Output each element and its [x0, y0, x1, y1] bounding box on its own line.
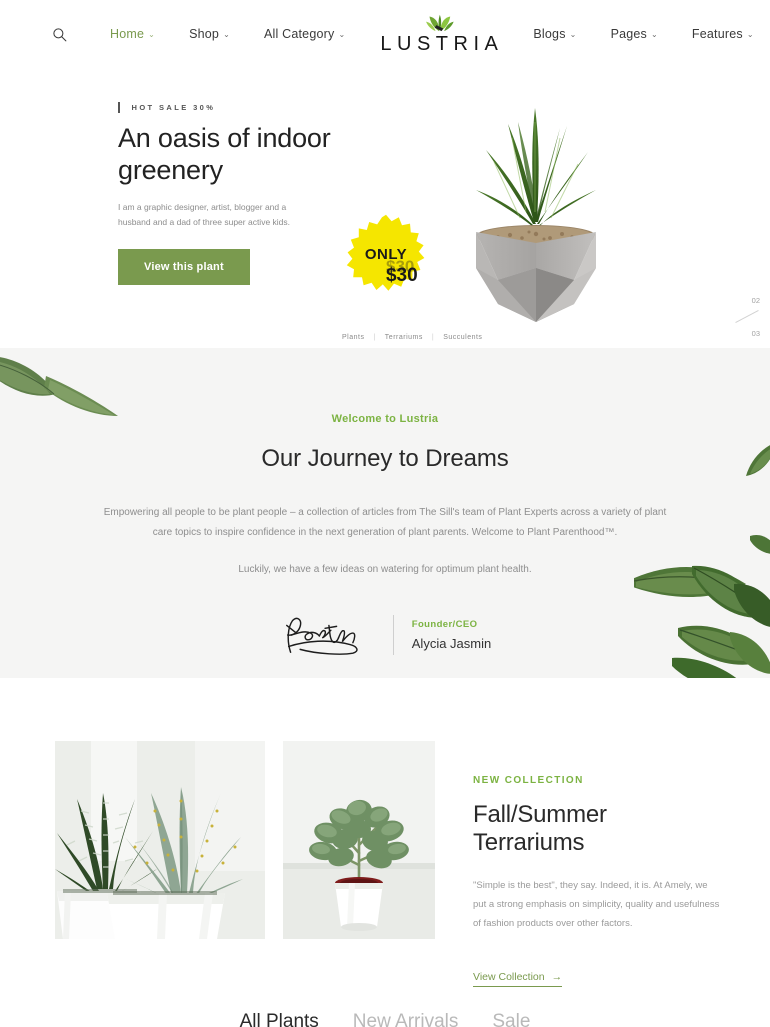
collection-images: [55, 741, 435, 939]
slide-counter-slash: [735, 309, 759, 324]
succulents-photo: [55, 741, 265, 939]
hero-tag-succulents[interactable]: Succulents: [443, 334, 482, 341]
nav-item-shop[interactable]: Shop ⌄: [189, 27, 230, 41]
nav-item-shop-label: Shop: [189, 27, 220, 41]
eyebrow-bar: [118, 102, 120, 113]
nav-item-all-category-label: All Category: [263, 27, 335, 41]
founder-role: Founder/CEO: [411, 619, 478, 630]
about-body: Empowering all people to be plant people…: [103, 503, 668, 580]
founder-divider: [392, 615, 394, 655]
nav-item-blogs-label: Blogs: [533, 27, 566, 41]
hero-title: An oasis of indoor greenery: [118, 123, 331, 185]
collection-title: Fall/Summer Terrariums: [473, 801, 607, 856]
about-paragraph-1: Empowering all people to be plant people…: [103, 507, 667, 538]
nav-item-blogs[interactable]: Blogs ⌄: [533, 27, 576, 41]
nav-item-features-label: Features: [691, 27, 743, 41]
chevron-down-icon: ⌄: [651, 30, 658, 39]
decorative-leaf-right-icon: [634, 535, 770, 678]
collection-section: NEW COLLECTION Fall/Summer Terrariums "S…: [0, 678, 770, 987]
tab-sale[interactable]: Sale: [492, 1011, 530, 1027]
plant-leaves-logo-icon: [425, 14, 454, 31]
hero-plant-image: [476, 108, 596, 322]
decorative-leaf-top-left-icon: [0, 357, 118, 416]
collection-image-jade-plant[interactable]: [283, 741, 435, 939]
jade-plant-photo: [283, 741, 435, 939]
page-root: Home ⌄ Shop ⌄ All Category ⌄ LUSTRIA Blo…: [0, 0, 770, 1027]
hero-slider: HOT SALE 30% An oasis of indoor greenery…: [0, 68, 770, 348]
about-section: Welcome to Lustria Our Journey to Dreams…: [0, 348, 770, 678]
primary-nav-right: Blogs ⌄ Pages ⌄ Features ⌄ 0: [499, 22, 770, 46]
hero-description: I am a graphic designer, artist, blogger…: [118, 201, 291, 228]
nav-item-pages-label: Pages: [610, 27, 648, 41]
chevron-down-icon: ⌄: [148, 30, 156, 39]
logo-text: LUSTRIA: [380, 32, 504, 55]
signature-image: [285, 617, 358, 655]
site-logo[interactable]: LUSTRIA: [379, 13, 499, 56]
tag-separator: |: [373, 334, 376, 341]
view-this-plant-button[interactable]: View this plant: [118, 249, 250, 286]
chevron-down-icon: ⌄: [223, 30, 230, 39]
sale-price-badge: ONLY $30 $30: [345, 214, 427, 294]
slide-counter: 02 03: [730, 294, 764, 340]
slide-total-number: 03: [751, 329, 760, 338]
hero-category-tags: Plants | Terrariums | Succulents: [342, 334, 482, 341]
collection-eyebrow: NEW COLLECTION: [473, 775, 584, 786]
founder-name: Alycia Jasmin: [411, 636, 492, 651]
nav-item-pages[interactable]: Pages ⌄: [611, 27, 658, 41]
nav-item-features[interactable]: Features ⌄: [692, 27, 754, 41]
collection-image-succulents[interactable]: [55, 741, 265, 939]
tab-all-plants[interactable]: All Plants: [240, 1011, 319, 1027]
chevron-down-icon: ⌄: [569, 30, 577, 39]
hero-tag-plants[interactable]: Plants: [342, 334, 364, 341]
nav-item-home-label: Home: [110, 27, 145, 41]
view-collection-link[interactable]: View Collection →: [473, 971, 563, 987]
nav-item-all-category[interactable]: All Category ⌄: [264, 27, 345, 41]
founder-info: Founder/CEO Alycia Jasmin: [412, 619, 491, 651]
search-icon[interactable]: [46, 21, 72, 47]
chevron-down-icon: ⌄: [746, 30, 754, 39]
view-collection-label: View Collection: [473, 971, 545, 983]
hero-eyebrow-label: HOT SALE 30%: [131, 103, 216, 112]
primary-nav-left: Home ⌄ Shop ⌄ All Category ⌄: [46, 21, 379, 47]
hero-copy: HOT SALE 30% An oasis of indoor greenery…: [118, 102, 358, 286]
hero-tag-terrariums[interactable]: Terrariums: [385, 334, 423, 341]
about-paragraph-2: Luckily, we have a few ideas on watering…: [238, 564, 532, 575]
slide-current-number: 02: [751, 296, 760, 305]
tag-separator: |: [431, 334, 435, 341]
hero-eyebrow: HOT SALE 30%: [118, 102, 358, 113]
product-filter-tab-list: All Plants New Arrivals Sale: [0, 999, 770, 1027]
site-header: Home ⌄ Shop ⌄ All Category ⌄ LUSTRIA Blo…: [0, 0, 770, 68]
nav-item-home[interactable]: Home ⌄: [110, 27, 155, 41]
badge-text: ONLY $30 $30: [365, 247, 418, 285]
arrow-right-icon: →: [551, 971, 563, 983]
product-filter-tabs: All Plants New Arrivals Sale: [0, 999, 770, 1027]
collection-copy: NEW COLLECTION Fall/Summer Terrariums "S…: [473, 741, 723, 987]
chevron-down-icon: ⌄: [338, 30, 346, 39]
tab-new-arrivals[interactable]: New Arrivals: [353, 1011, 459, 1027]
collection-body: "Simple is the best", they say. Indeed, …: [473, 880, 720, 929]
